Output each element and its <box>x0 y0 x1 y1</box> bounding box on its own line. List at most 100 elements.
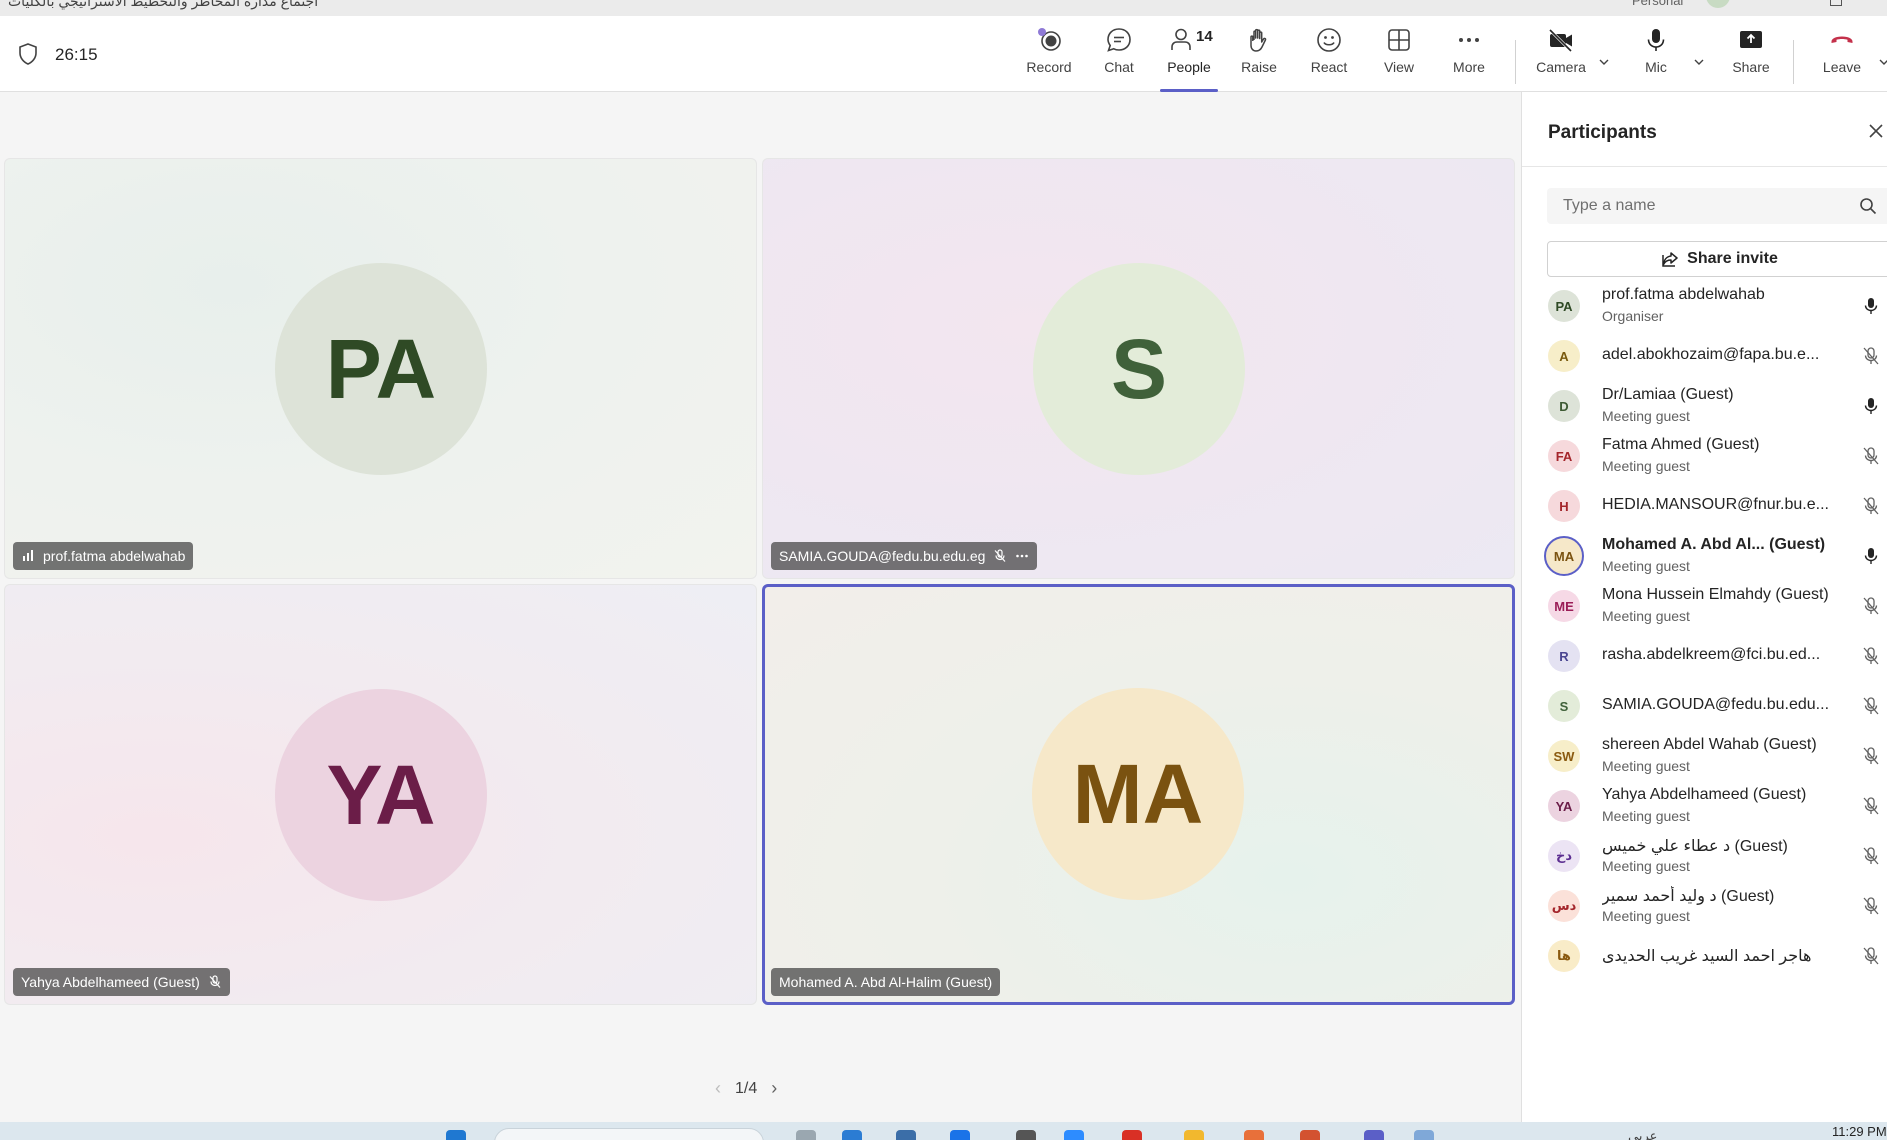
video-tile-active[interactable]: MA Mohamed A. Abd Al-Halim (Guest) <box>762 584 1515 1005</box>
gallery-pager: ‹ 1/4 › <box>715 1078 777 1099</box>
restore-window-icon[interactable] <box>1830 0 1842 6</box>
close-icon[interactable] <box>1867 122 1885 140</box>
chrome-icon[interactable] <box>1122 1130 1142 1140</box>
microphone-icon <box>1864 298 1878 314</box>
participant-name: SAMIA.GOUDA@fedu.bu.edu.eg <box>779 548 986 564</box>
chat-icon <box>1107 28 1131 52</box>
participant-name: Yahya Abdelhameed (Guest) <box>1602 786 1807 803</box>
os-taskbar: عربي 11:29 PM <box>0 1122 1887 1140</box>
record-label: Record <box>1026 59 1072 75</box>
react-button[interactable]: React <box>1298 26 1360 90</box>
more-options-icon[interactable] <box>1015 549 1029 563</box>
participant-name: د عطاء علي خميس (Guest) <box>1602 838 1788 855</box>
search-icon[interactable] <box>1859 197 1877 215</box>
participant-avatar: H <box>1548 490 1580 522</box>
taskbar-clock[interactable]: 11:29 PM <box>1832 1124 1887 1139</box>
leave-options-chevron-icon[interactable] <box>1878 56 1887 68</box>
powerpoint-icon[interactable] <box>1300 1130 1320 1140</box>
camera-options-chevron-icon[interactable] <box>1598 56 1610 68</box>
share-invite-button[interactable]: Share invite <box>1547 241 1887 277</box>
app-icon[interactable] <box>1016 1130 1036 1140</box>
mic-muted-icon <box>1863 497 1879 515</box>
participant-row[interactable]: YA Yahya Abdelhameed (Guest) Meeting guest <box>1522 780 1887 830</box>
browser-icon[interactable] <box>950 1130 970 1140</box>
mic-muted-icon <box>209 975 221 988</box>
firefox-icon[interactable] <box>1244 1130 1264 1140</box>
participant-avatar: R <box>1548 640 1580 672</box>
participant-avatar: ها <box>1548 940 1580 972</box>
participant-role: Meeting guest <box>1602 608 1690 624</box>
folder-icon[interactable] <box>1184 1130 1204 1140</box>
participant-name: Dr/Lamiaa (Guest) <box>1602 386 1734 403</box>
participant-name: HEDIA.MANSOUR@fnur.bu.e... <box>1602 496 1829 513</box>
view-label: View <box>1383 59 1415 75</box>
participant-avatar: YA <box>1548 790 1580 822</box>
taskbar-search[interactable] <box>494 1128 764 1140</box>
participant-search-input[interactable] <box>1547 188 1857 224</box>
participant-row[interactable]: PA prof.fatma abdelwahab Organiser <box>1522 280 1887 330</box>
video-tile[interactable]: PA prof.fatma abdelwahab <box>4 158 757 579</box>
participant-row[interactable]: SW shereen Abdel Wahab (Guest) Meeting gue… <box>1522 730 1887 780</box>
video-tile[interactable]: S SAMIA.GOUDA@fedu.bu.edu.eg <box>762 158 1515 579</box>
start-icon[interactable] <box>446 1130 466 1140</box>
participant-row[interactable]: دخ د عطاء علي خميس (Guest) Meeting guest <box>1522 830 1887 880</box>
participant-row[interactable]: ها هاجر احمد السيد غريب الحديدى <box>1522 930 1887 980</box>
meeting-timer: 26:15 <box>55 45 98 64</box>
participant-avatar: دس <box>1548 890 1580 922</box>
app-icon[interactable] <box>1414 1130 1434 1140</box>
participant-avatar: FA <box>1548 440 1580 472</box>
participant-row[interactable]: MA Mohamed A. Abd Al... (Guest) Meeting gu… <box>1522 530 1887 580</box>
raise-hand-button[interactable]: Raise <box>1228 26 1290 90</box>
participant-row[interactable]: H HEDIA.MANSOUR@fnur.bu.e... <box>1522 480 1887 530</box>
participant-avatar: ME <box>1548 590 1580 622</box>
meeting-toolbar: 26:15 Record Chat 14 People Raise React … <box>0 16 1887 92</box>
record-button[interactable]: Record <box>1018 26 1080 90</box>
zoom-icon[interactable] <box>1064 1130 1084 1140</box>
participant-row[interactable]: ME Mona Hussein Elmahdy (Guest) Meeting gu… <box>1522 580 1887 630</box>
participant-avatar: YA <box>275 689 487 901</box>
mic-muted-icon <box>1863 797 1879 815</box>
participant-role: Meeting guest <box>1602 458 1690 474</box>
participant-name: prof.fatma abdelwahab <box>1602 286 1765 303</box>
previous-page-icon[interactable]: ‹ <box>715 1078 721 1099</box>
edge-icon[interactable] <box>842 1130 862 1140</box>
leave-button[interactable]: Leave <box>1811 26 1873 90</box>
mic-muted-icon <box>1863 347 1879 365</box>
mic-options-chevron-icon[interactable] <box>1693 56 1705 68</box>
share-button[interactable]: Share <box>1720 26 1782 90</box>
mic-muted-icon <box>1863 947 1879 965</box>
chat-button[interactable]: Chat <box>1088 26 1150 90</box>
smiley-icon <box>1317 28 1341 52</box>
camera-button[interactable]: Camera <box>1530 26 1592 90</box>
participant-avatar: PA <box>275 263 487 475</box>
more-dots-icon <box>1459 38 1479 42</box>
store-icon[interactable] <box>896 1130 916 1140</box>
mic-muted-icon <box>1863 897 1879 915</box>
view-button[interactable]: View <box>1368 26 1430 90</box>
language-indicator[interactable]: عربي <box>1628 1128 1657 1140</box>
people-button[interactable]: 14 People <box>1158 26 1220 92</box>
participant-avatar: دخ <box>1548 840 1580 872</box>
camera-off-icon <box>1548 28 1573 53</box>
participant-row[interactable]: Rrasha.abdelkreem@fci.bu.ed... <box>1522 630 1887 680</box>
panel-divider <box>1522 166 1887 167</box>
participant-row[interactable]: Aadel.abokhozaim@fapa.bu.e... <box>1522 330 1887 380</box>
mic-button[interactable]: Mic <box>1625 26 1687 90</box>
next-page-icon[interactable]: › <box>771 1078 777 1099</box>
leave-label: Leave <box>1822 59 1862 75</box>
participant-row[interactable]: D Dr/Lamiaa (Guest) Meeting guest <box>1522 380 1887 430</box>
participant-avatar: S <box>1548 690 1580 722</box>
participant-avatar: A <box>1548 340 1580 372</box>
participant-row[interactable]: FA Fatma Ahmed (Guest) Meeting guest <box>1522 430 1887 480</box>
participant-avatar: MA <box>1544 536 1584 576</box>
participant-row[interactable]: S SAMIA.GOUDA@fedu.bu.edu... <box>1522 680 1887 730</box>
more-button[interactable]: More <box>1438 26 1500 90</box>
hang-up-icon <box>1831 36 1853 43</box>
video-tile[interactable]: YA Yahya Abdelhameed (Guest) <box>4 584 757 1005</box>
participant-role: Meeting guest <box>1602 408 1690 424</box>
persona-avatar[interactable] <box>1706 0 1730 8</box>
teams-icon[interactable] <box>1364 1130 1384 1140</box>
persona-label[interactable]: Personal <box>1632 0 1683 8</box>
participant-row[interactable]: دس د وليد أحمد سمير (Guest) Meeting guest <box>1522 880 1887 930</box>
task-view-icon[interactable] <box>796 1130 816 1140</box>
